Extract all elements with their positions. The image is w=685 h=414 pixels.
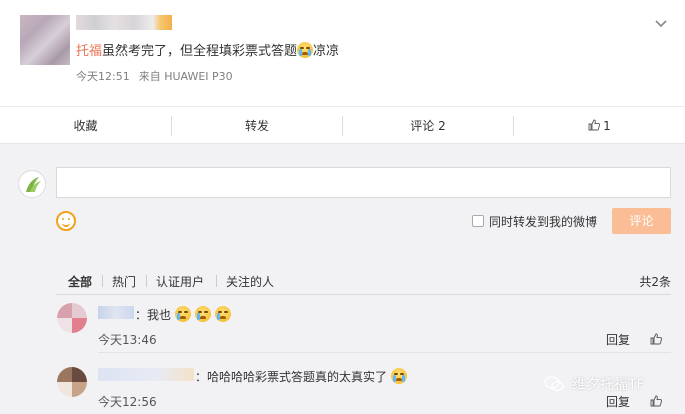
emoji-picker-icon[interactable] — [56, 211, 76, 231]
submit-comment-button[interactable]: 评论 — [612, 208, 671, 234]
repost-button[interactable]: 转发 — [172, 107, 342, 145]
author-name-blurred[interactable] — [76, 15, 172, 30]
filter-divider — [146, 275, 147, 287]
crying-emoji-icon — [390, 368, 407, 384]
author-avatar[interactable] — [20, 15, 70, 65]
filter-divider — [102, 275, 103, 287]
favorite-button[interactable]: 收藏 — [0, 107, 171, 145]
comment-body: ：我也 — [135, 308, 172, 322]
filter-following[interactable]: 关注的人 — [226, 273, 274, 290]
wechat-icon — [544, 376, 564, 392]
comment-separator — [98, 352, 671, 353]
reply-button[interactable]: 回复 — [606, 331, 630, 348]
laughing-crying-emoji-icon — [214, 306, 231, 322]
post-text-end: 凉凉 — [313, 44, 340, 59]
filter-hot[interactable]: 热门 — [112, 273, 136, 290]
comment-time: 今天12:56 — [98, 395, 157, 409]
post-meta: 今天12:51 来自 HUAWEI P30 — [76, 68, 233, 84]
thumbs-up-icon[interactable] — [650, 333, 662, 345]
comment-button[interactable]: 评论 2 — [343, 107, 513, 145]
watermark-text: 维夕托福TF — [572, 377, 645, 393]
comment-label: 评论 2 — [410, 119, 446, 133]
filter-divider — [216, 275, 217, 287]
crying-emoji-icon — [297, 42, 314, 58]
post-source: 来自 HUAWEI P30 — [138, 70, 233, 83]
filter-verified[interactable]: 认证用户 — [156, 273, 204, 290]
post-time[interactable]: 今天12:51 — [76, 70, 130, 83]
comment-text: ：我也 — [135, 306, 231, 323]
comment-time: 今天13:46 — [98, 333, 157, 347]
like-button[interactable]: 1 — [514, 107, 685, 145]
favorite-label: 收藏 — [73, 119, 98, 133]
comment-body: ：哈哈哈哈彩票式答题真的太真实了 — [195, 370, 388, 384]
forward-checkbox[interactable] — [472, 215, 484, 227]
commenter-avatar[interactable] — [57, 367, 87, 397]
post-card: 托福虽然考完了，但全程填彩票式答题 凉凉 今天12:51 来自 HUAWEI P30 — [0, 0, 685, 106]
reply-button[interactable]: 回复 — [606, 393, 630, 410]
current-user-avatar[interactable] — [18, 170, 46, 198]
thumbs-up-icon — [588, 119, 601, 131]
commenter-name-blurred[interactable] — [98, 306, 134, 319]
watermark: 维夕托福TF — [544, 374, 645, 394]
comment-input[interactable] — [56, 167, 671, 198]
repost-label: 转发 — [244, 119, 269, 133]
like-count: 1 — [603, 119, 611, 133]
laughing-crying-emoji-icon — [174, 306, 191, 322]
comment-text: ：哈哈哈哈彩票式答题真的太真实了 — [195, 368, 407, 385]
laughing-crying-emoji-icon — [194, 306, 211, 322]
post-text: 托福虽然考完了，但全程填彩票式答题 凉凉 — [76, 42, 339, 61]
commenter-name-blurred[interactable] — [98, 368, 194, 381]
topic-mention-link[interactable]: 托福 — [76, 44, 102, 59]
chevron-down-icon[interactable] — [652, 16, 670, 34]
post-text-main: 虽然考完了，但全程填彩票式答题 — [102, 44, 298, 59]
comment-filter-bar: 全部 热门 认证用户 关注的人 共2条 — [56, 265, 671, 295]
thumbs-up-icon[interactable] — [650, 395, 662, 407]
comment-total: 共2条 — [639, 275, 671, 289]
forward-checkbox-label[interactable]: 同时转发到我的微博 — [489, 213, 597, 230]
action-bar: 收藏 转发 评论 2 1 — [0, 106, 685, 144]
commenter-avatar[interactable] — [57, 303, 87, 333]
filter-all[interactable]: 全部 — [68, 273, 92, 290]
